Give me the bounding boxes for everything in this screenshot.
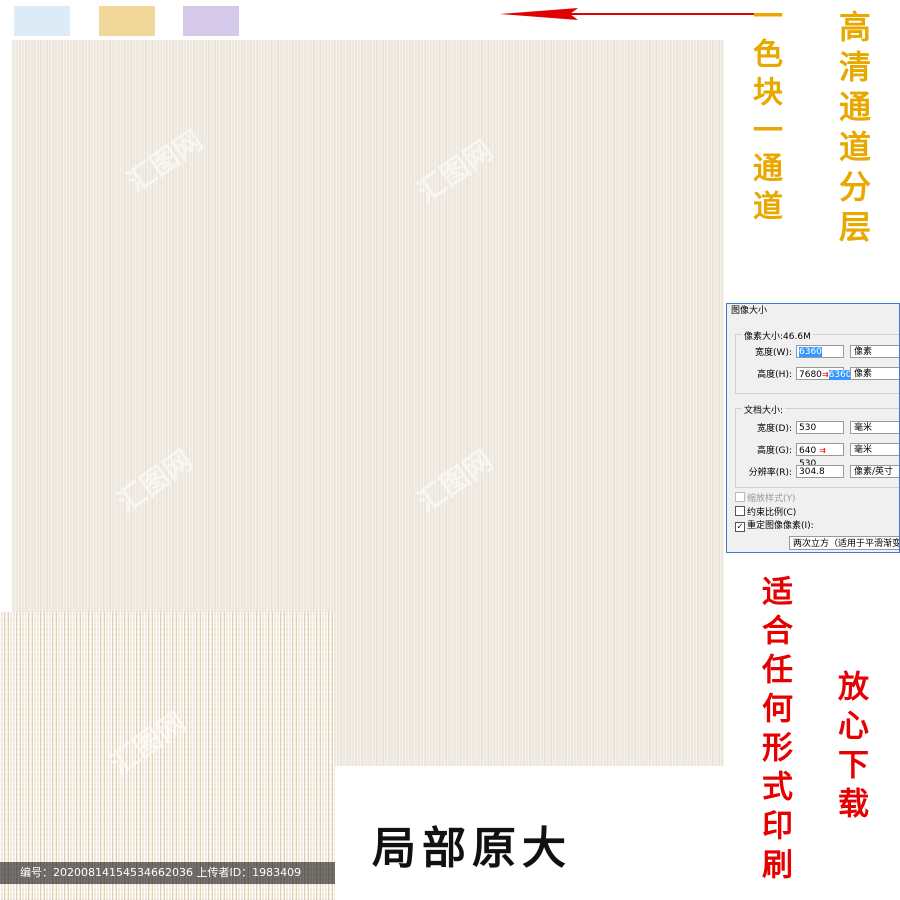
- image-size-dialog: 图像大小 像素大小:46.6M 宽度(W): 6360 像素 高度(H): 76…: [726, 303, 900, 553]
- checkbox-box: [735, 492, 745, 502]
- doc-height-label: 高度(G):: [756, 446, 792, 456]
- checkbox-box: [735, 506, 745, 516]
- label-download: 放心下载: [832, 670, 868, 826]
- label-hd-channel: 高清通道分层: [834, 10, 872, 250]
- resolution-unit-select[interactable]: 像素/英寸: [850, 463, 899, 478]
- watermark: 汇图网: [120, 123, 209, 199]
- zoom-title: 局部原大: [372, 823, 572, 874]
- pixel-width-unit-select[interactable]: 像素: [850, 343, 899, 358]
- swatch-lavender: [183, 6, 239, 36]
- pixel-height-input[interactable]: 7680⇉6360: [796, 367, 852, 380]
- label-any-print: 适合任何形式印刷: [756, 575, 792, 887]
- id-bar: 编号：20200814154534662036 上传者ID：1983409: [0, 862, 335, 884]
- doc-height-unit-select[interactable]: 毫米: [850, 441, 899, 456]
- resolution-input[interactable]: 304.8: [796, 465, 844, 478]
- pixel-height-unit-select[interactable]: 像素: [850, 365, 899, 380]
- doc-height-input[interactable]: 640 ⇉ 530: [796, 443, 844, 469]
- doc-width-input[interactable]: 530: [796, 421, 844, 434]
- pixel-height-label: 高度(H):: [757, 370, 792, 380]
- resample-method-select[interactable]: 两次立方（适用于平滑渐变: [789, 536, 899, 550]
- chain-icon: ⇉: [821, 370, 829, 379]
- check-icon: ✓: [735, 522, 745, 532]
- pixel-width-label: 宽度(W):: [755, 348, 792, 358]
- pixel-size-label: 像素大小:46.6M: [742, 329, 813, 342]
- dialog-title: 图像大小: [731, 306, 768, 316]
- scale-styles-checkbox[interactable]: 缩放样式(Y): [735, 492, 796, 505]
- document-size-label: 文档大小:: [742, 403, 786, 416]
- arrow-left-icon: [500, 8, 755, 20]
- chain-icon: ⇉: [819, 446, 826, 455]
- pixel-width-input[interactable]: 6360: [796, 345, 844, 358]
- document-size-group: 文档大小: 宽度(D): 530 毫米 高度(G): 640 ⇉ 530 毫米 …: [735, 403, 899, 488]
- doc-width-label: 宽度(D):: [757, 424, 792, 434]
- resample-checkbox[interactable]: ✓ 重定图像像素(I):: [735, 520, 814, 533]
- constrain-proportions-checkbox[interactable]: 约束比例(C): [735, 506, 796, 519]
- watermark: 汇图网: [110, 443, 199, 519]
- watermark: 汇图网: [410, 443, 499, 519]
- doc-width-unit-select[interactable]: 毫米: [850, 419, 899, 434]
- swatch-light-blue: [14, 6, 70, 36]
- pixel-size-group: 像素大小:46.6M 宽度(W): 6360 像素 高度(H): 7680⇉63…: [735, 329, 899, 394]
- watermark: 汇图网: [103, 705, 192, 781]
- zoom-detail-texture: 汇图网: [0, 612, 335, 900]
- label-color-channel: 一色块一通道: [747, 0, 782, 228]
- swatch-tan: [99, 6, 155, 36]
- resolution-label: 分辨率(R):: [748, 468, 792, 478]
- watermark: 汇图网: [410, 133, 499, 209]
